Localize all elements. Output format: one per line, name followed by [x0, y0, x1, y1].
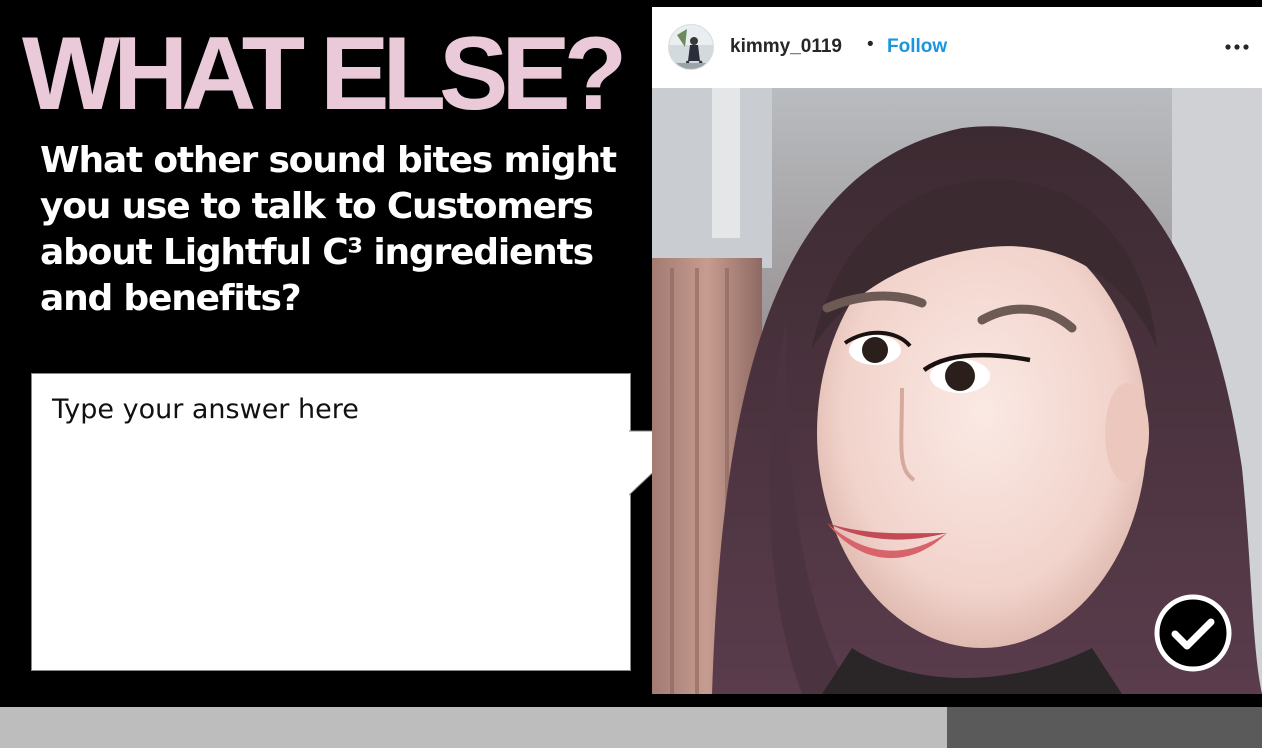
checkmark-circle-icon[interactable]	[1154, 594, 1232, 672]
slide: WHAT ELSE? What other sound bites might …	[0, 0, 1262, 748]
username[interactable]: kimmy_0119	[730, 36, 842, 58]
answer-box[interactable]	[31, 373, 631, 671]
more-horizontal-icon[interactable]	[1224, 41, 1250, 53]
progress-bar-remaining	[947, 707, 1262, 748]
instagram-post: kimmy_0119 • Follow	[652, 7, 1262, 694]
answer-input[interactable]	[32, 374, 630, 670]
follow-button[interactable]: Follow	[887, 36, 947, 58]
headline: WHAT ELSE?	[22, 16, 627, 132]
post-header: kimmy_0119 • Follow	[652, 7, 1262, 89]
avatar-image	[669, 25, 713, 69]
progress-bar-fill	[0, 707, 947, 748]
separator-dot: •	[867, 34, 874, 55]
avatar[interactable]	[668, 24, 714, 70]
question-prompt: What other sound bites might you use to …	[40, 140, 617, 319]
